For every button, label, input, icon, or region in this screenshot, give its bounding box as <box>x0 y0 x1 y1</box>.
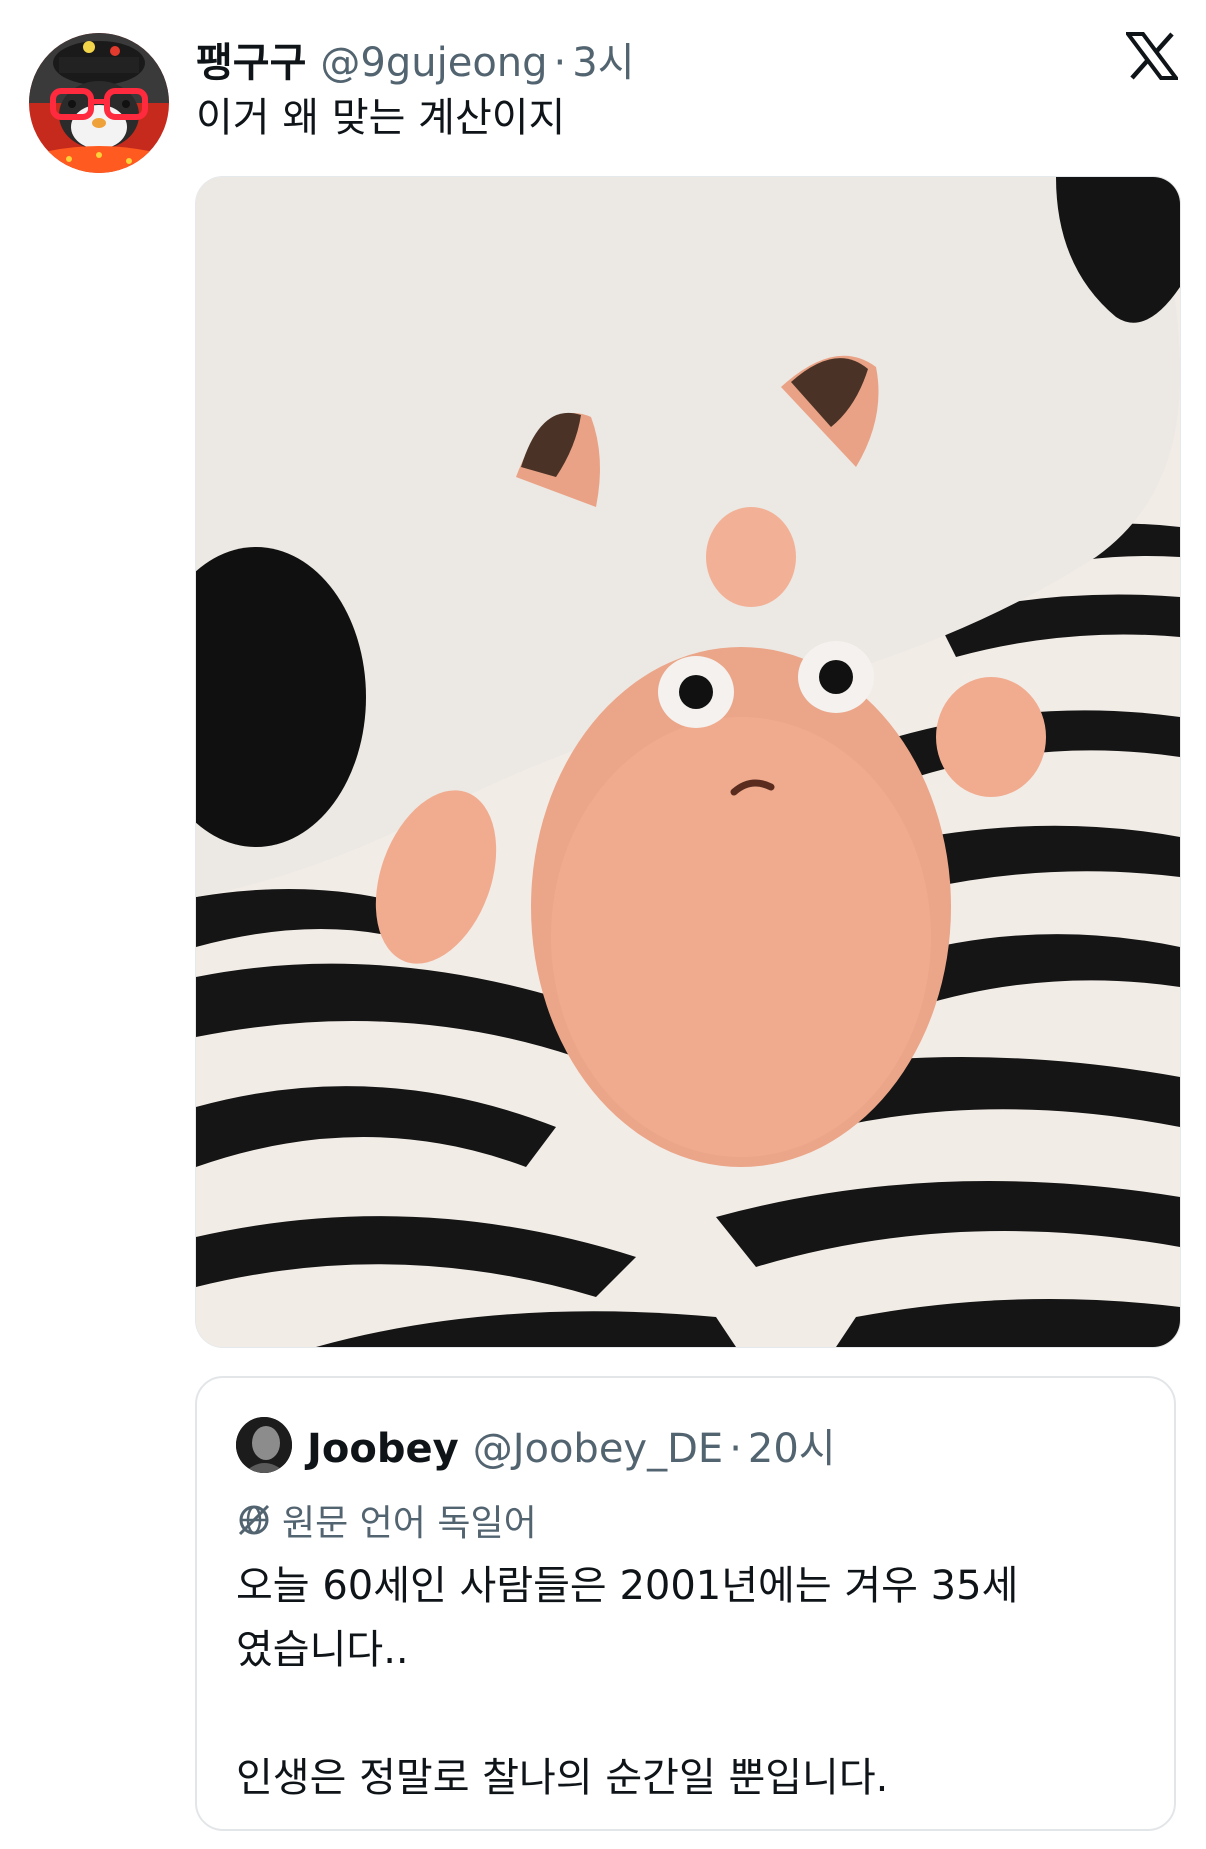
tweet-timestamp[interactable]: 3시 <box>572 30 634 88</box>
quoted-author-handle[interactable]: @Joobey_DE <box>473 1426 724 1472</box>
quoted-tweet-text: 오늘 60세인 사람들은 2001년에는 겨우 35세 였습니다.. 인생은 정… <box>236 1554 1146 1810</box>
quoted-text-line: 오늘 60세인 사람들은 2001년에는 겨우 35세 <box>236 1563 1019 1609</box>
tweet-text: 이거 왜 맞는 계산이지 <box>196 95 566 141</box>
felt-doll-photo <box>196 177 1180 1347</box>
quoted-author-display-name[interactable]: Joobey <box>307 1426 459 1472</box>
tweet-author-row: 팽구구 @9gujeong · 3시 <box>196 30 635 86</box>
separator-dot: · <box>729 1426 742 1472</box>
quoted-tweet-card[interactable]: Joobey @Joobey_DE · 20시 원문 언어 독일어 오늘 60세… <box>195 1376 1176 1831</box>
translation-note[interactable]: 원문 언어 독일어 <box>236 1494 537 1546</box>
separator-dot: · <box>553 40 567 86</box>
quoted-text-line: 인생은 정말로 찰나의 순간일 뿐입니다. <box>236 1755 889 1801</box>
quoted-text-line: 였습니다.. <box>236 1627 409 1673</box>
portrait-avatar-image <box>236 1417 292 1473</box>
author-avatar[interactable] <box>29 33 169 173</box>
quoted-author-row: Joobey @Joobey_DE · 20시 <box>307 1416 836 1474</box>
translation-label: 원문 언어 독일어 <box>282 1503 537 1544</box>
quoted-tweet-timestamp[interactable]: 20시 <box>748 1416 836 1474</box>
author-display-name[interactable]: 팽구구 <box>196 30 306 88</box>
globe-icon <box>238 1504 270 1536</box>
tweet-photo[interactable] <box>195 176 1181 1348</box>
quoted-author-avatar[interactable] <box>236 1417 292 1473</box>
x-logo-icon[interactable] <box>1124 32 1180 80</box>
author-handle[interactable]: @9gujeong <box>320 40 547 86</box>
penguin-avatar-image <box>29 33 169 173</box>
